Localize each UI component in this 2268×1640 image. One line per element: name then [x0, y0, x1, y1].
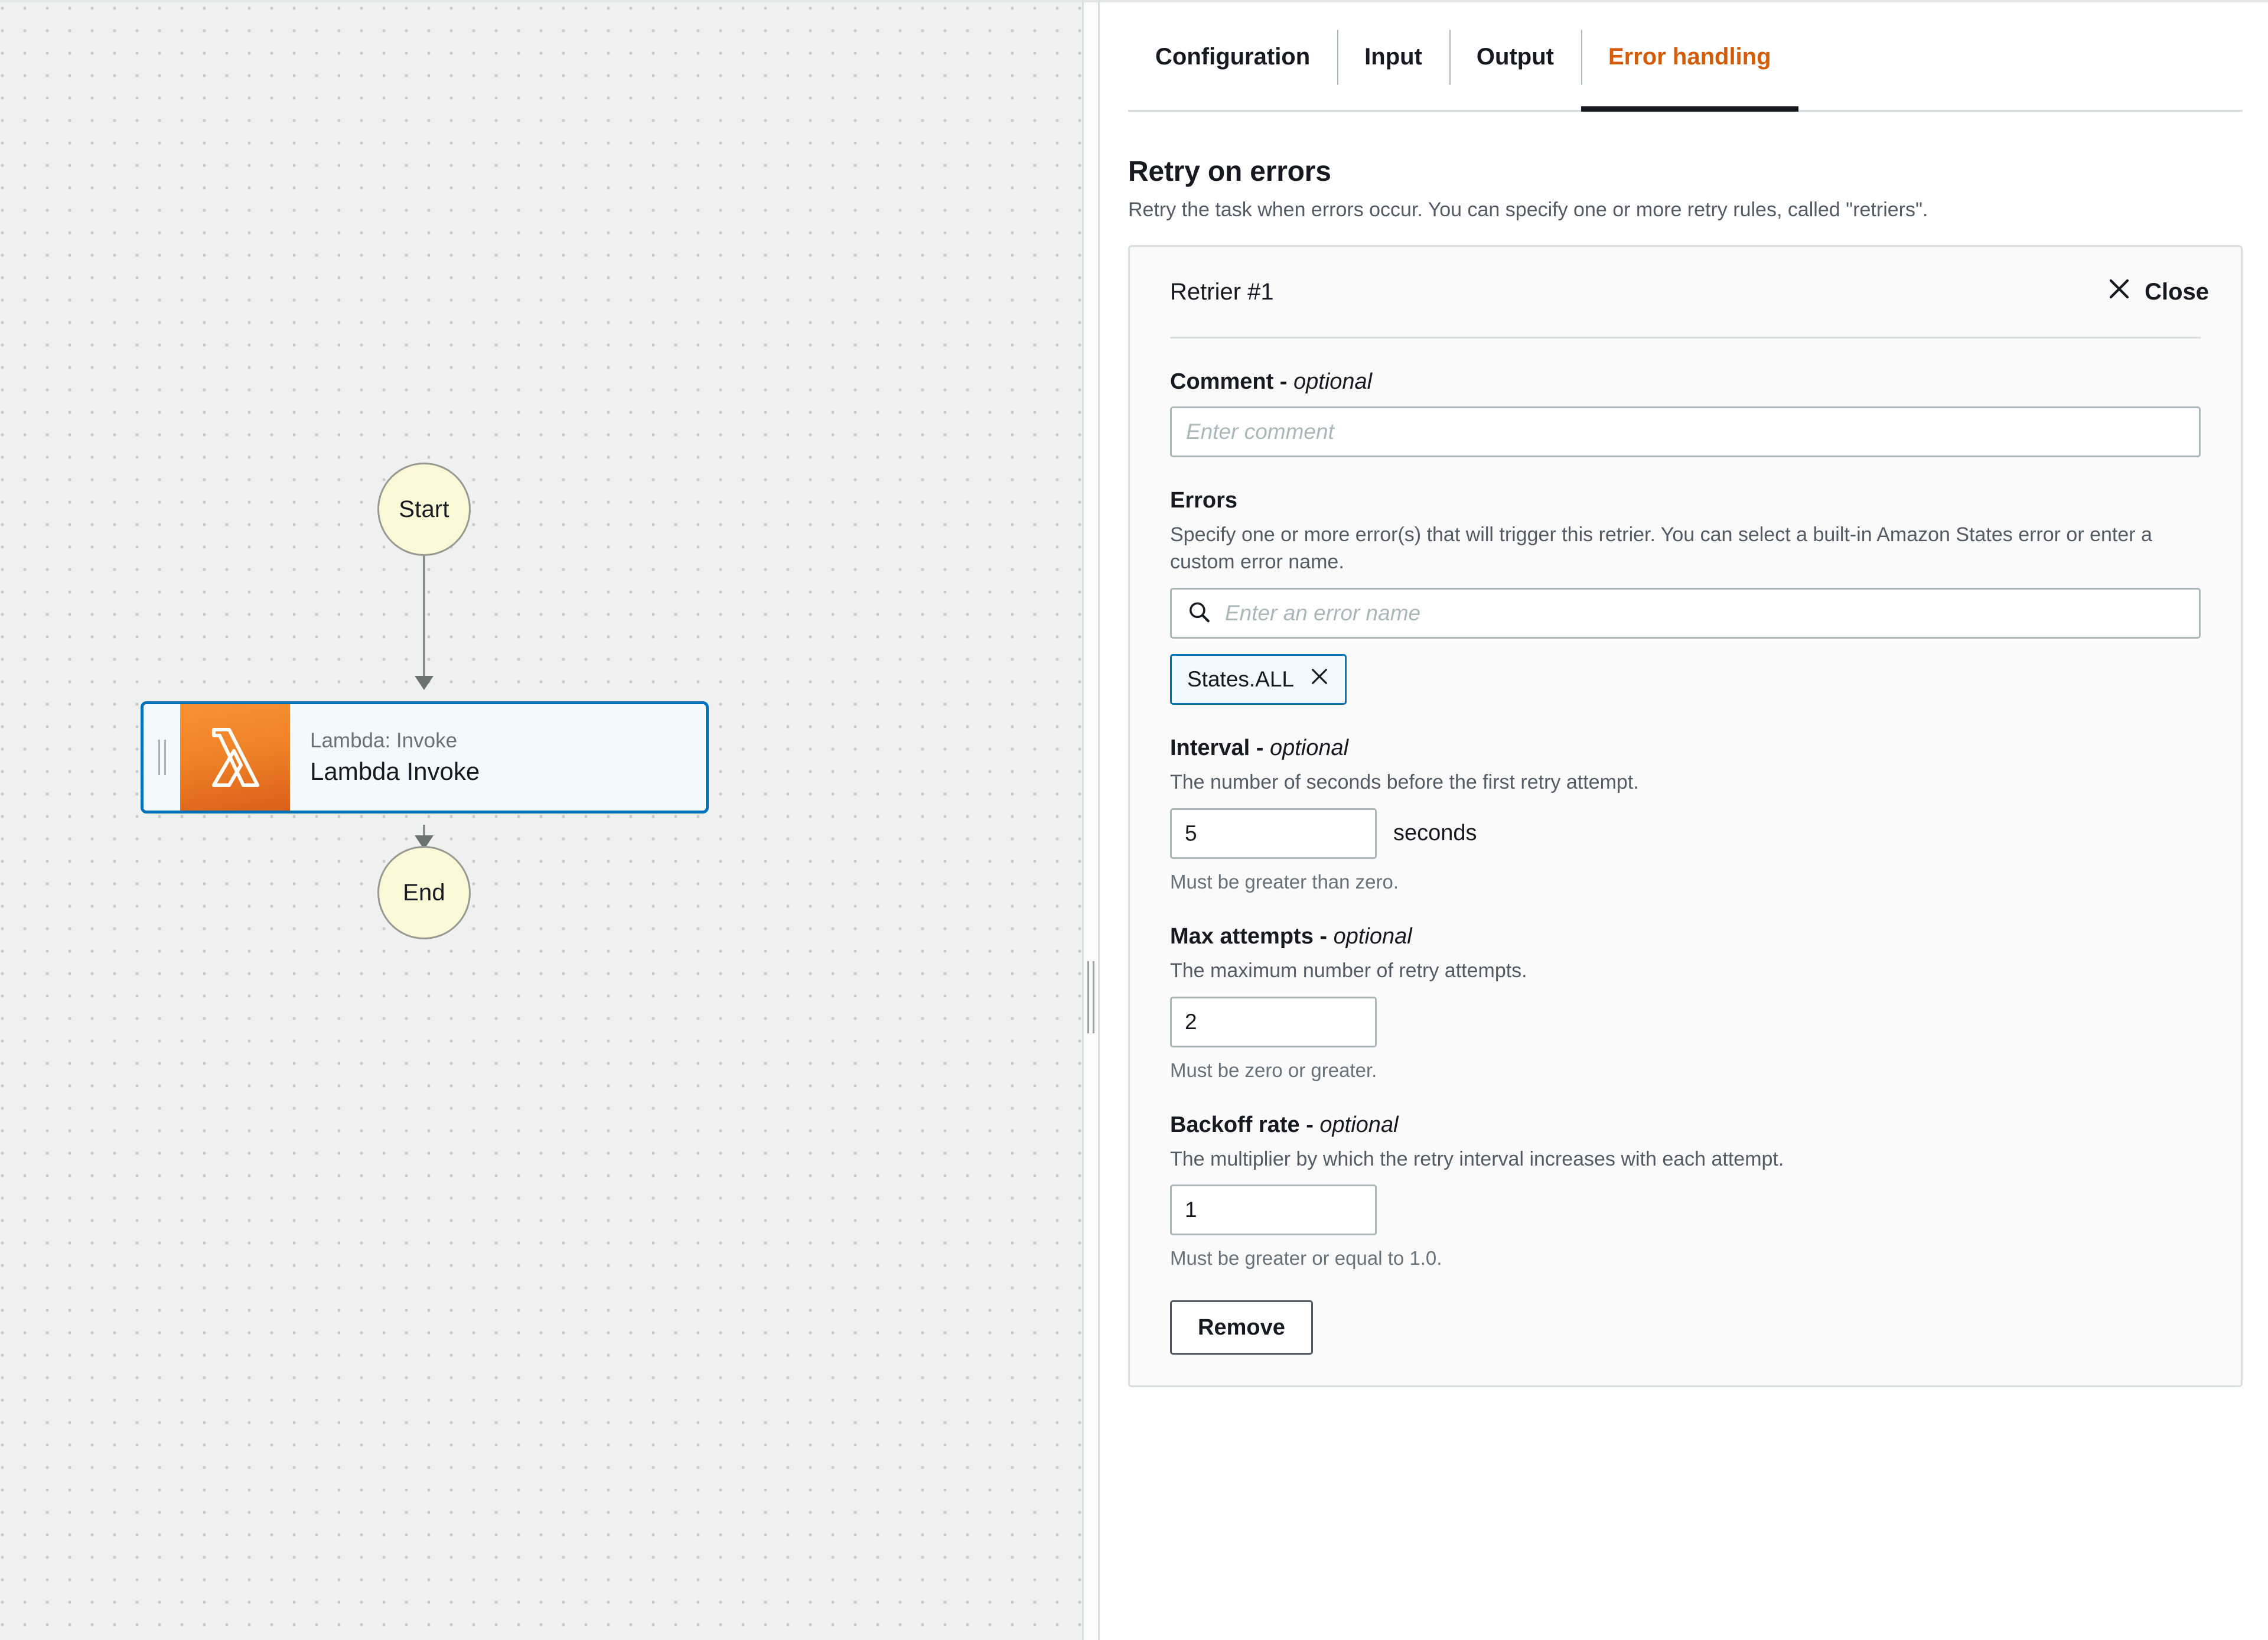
- errors-field-block: Errors Specify one or more error(s) that…: [1130, 488, 2241, 705]
- retrier-card: Retrier #1 Close Comment - optional Ente…: [1128, 245, 2243, 1388]
- error-search-wrapper: [1170, 587, 2201, 639]
- max-attempts-constraint: Must be zero or greater.: [1170, 1059, 1377, 1081]
- comment-label: Comment - optional: [1170, 369, 2201, 395]
- state-detail-panel: Configuration Input Output Error handlin…: [1100, 0, 2268, 1640]
- error-token-label: States.ALL: [1187, 666, 1295, 691]
- interval-input[interactable]: [1170, 808, 1377, 859]
- max-attempts-input[interactable]: [1170, 996, 1377, 1047]
- max-attempts-optional-tag: optional: [1333, 923, 1412, 949]
- start-node[interactable]: Start: [377, 463, 471, 556]
- page-description: Retry the task when errors occur. You ca…: [1128, 199, 1928, 221]
- interval-label: Interval - optional: [1170, 736, 2201, 761]
- tab-error-handling[interactable]: Error handling: [1581, 2, 1798, 112]
- interval-unit-label: seconds: [1393, 821, 1477, 846]
- end-node-label: End: [403, 879, 445, 906]
- interval-hint: The number of seconds before the first r…: [1170, 770, 1639, 793]
- comment-optional-tag: optional: [1293, 369, 1373, 394]
- backoff-rate-hint: The multiplier by which the retry interv…: [1170, 1147, 1784, 1170]
- errors-label: Errors: [1170, 488, 1238, 513]
- backoff-rate-input[interactable]: [1170, 1185, 1377, 1236]
- max-attempts-label: Max attempts - optional: [1170, 924, 2201, 949]
- arrow-icon-into-task: [415, 676, 434, 690]
- backoff-rate-field-block: Backoff rate - optional The multiplier b…: [1130, 1112, 2241, 1270]
- backoff-rate-optional-tag: optional: [1319, 1112, 1399, 1137]
- max-attempts-hint: The maximum number of retry attempts.: [1170, 959, 1527, 982]
- lambda-node-text: Lambda: Invoke Lambda Invoke: [290, 704, 706, 811]
- tab-configuration[interactable]: Configuration: [1128, 2, 1337, 112]
- lambda-node-name: Lambda Invoke: [310, 757, 480, 785]
- drag-handle-icon[interactable]: [144, 704, 180, 811]
- remove-retrier-button[interactable]: Remove: [1170, 1300, 1313, 1355]
- max-attempts-label-text: Max attempts -: [1170, 923, 1334, 949]
- backoff-rate-constraint: Must be greater or equal to 1.0.: [1170, 1247, 1442, 1270]
- detail-tabs: Configuration Input Output Error handlin…: [1128, 2, 2268, 112]
- tab-input[interactable]: Input: [1337, 2, 1449, 112]
- lambda-invoke-node[interactable]: Lambda: Invoke Lambda Invoke: [141, 701, 709, 814]
- tab-error-handling-label: Error handling: [1608, 44, 1771, 70]
- error-handling-body: Retry on errors Retry the task when erro…: [1100, 155, 2268, 1388]
- page-title: Retry on errors: [1128, 156, 1331, 187]
- interval-optional-tag: optional: [1269, 735, 1349, 760]
- aws-lambda-icon: [180, 704, 290, 811]
- backoff-rate-label-text: Backoff rate -: [1170, 1112, 1320, 1137]
- tab-input-label: Input: [1364, 44, 1422, 70]
- comment-input[interactable]: [1170, 406, 2201, 457]
- close-icon: [2107, 276, 2132, 307]
- workflow-canvas[interactable]: Start Lambda: Invoke Lambda Invoke End: [0, 0, 1082, 1640]
- backoff-rate-label: Backoff rate - optional: [1170, 1112, 2201, 1138]
- tab-output-label: Output: [1476, 44, 1554, 70]
- lambda-node-type: Lambda: Invoke: [310, 729, 458, 752]
- interval-label-text: Interval -: [1170, 735, 1270, 760]
- interval-constraint: Must be greater than zero.: [1170, 870, 1399, 893]
- close-retrier-button[interactable]: Close: [2107, 276, 2209, 307]
- workflow-studio-app: Start Lambda: Invoke Lambda Invoke End C…: [0, 0, 2268, 1640]
- retrier-header: Retrier #1 Close: [1130, 247, 2241, 337]
- interval-field-block: Interval - optional The number of second…: [1130, 736, 2241, 893]
- retrier-title: Retrier #1: [1170, 278, 1274, 305]
- workflow-graph: Start Lambda: Invoke Lambda Invoke End: [0, 2, 1082, 1640]
- max-attempts-field-block: Max attempts - optional The maximum numb…: [1130, 924, 2241, 1082]
- errors-hint: Specify one or more error(s) that will t…: [1170, 523, 2152, 573]
- interval-input-row: seconds: [1170, 796, 2201, 859]
- comment-field-block: Comment - optional: [1130, 369, 2241, 457]
- error-search-input[interactable]: [1170, 587, 2201, 639]
- splitter-grip-icon[interactable]: [1087, 961, 1094, 1033]
- remove-token-icon[interactable]: [1309, 666, 1329, 692]
- error-token-list: States.ALL: [1170, 653, 2201, 705]
- edge-start-to-task: [423, 556, 425, 681]
- panel-splitter[interactable]: [1082, 0, 1100, 1640]
- comment-label-text: Comment -: [1170, 369, 1293, 394]
- tab-output[interactable]: Output: [1449, 2, 1581, 112]
- error-token-states-all[interactable]: States.ALL: [1170, 653, 1347, 705]
- retrier-header-divider: [1170, 337, 2201, 339]
- end-node[interactable]: End: [377, 846, 471, 939]
- start-node-label: Start: [399, 496, 449, 522]
- tab-configuration-label: Configuration: [1155, 44, 1311, 70]
- close-label: Close: [2145, 278, 2209, 305]
